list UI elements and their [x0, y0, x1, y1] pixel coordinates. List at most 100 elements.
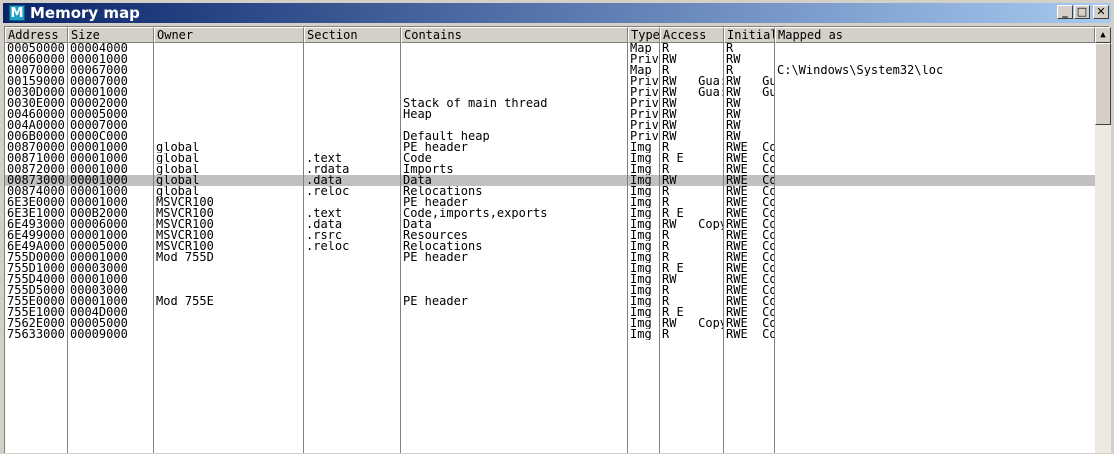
cell-contains	[401, 76, 628, 87]
table-row[interactable]: 755E1000 0004D000 Img R E RWE Copy	[5, 307, 1095, 318]
cell-initial: RWE Copy	[726, 219, 775, 230]
cell-size: 00003000	[70, 263, 128, 274]
maximize-button[interactable]: □	[1074, 5, 1090, 19]
cell-owner	[154, 285, 304, 296]
table-row[interactable]: 0015900000007000PrivRW Gua:RW Gua:	[5, 76, 1095, 87]
cell-mapped	[775, 43, 1095, 54]
cell-address: 00460000	[7, 109, 65, 120]
cell-size: 00001000	[70, 252, 128, 263]
cell-address: 6E49A000	[7, 241, 65, 252]
cell-type: Img	[630, 274, 652, 285]
table-row[interactable]: 7562E000 00005000 Img RW CopyRWE Copy	[5, 318, 1095, 329]
cell-size: 00001000	[70, 230, 128, 241]
cell-access: R	[662, 329, 670, 340]
cell-access: RW Copy	[662, 318, 724, 329]
table-row[interactable]: 0030D00000001000PrivRW Gua:RW Gua:	[5, 87, 1095, 98]
table-row[interactable]: 004A0000 00007000 Priv RW RW	[5, 120, 1095, 131]
cell-access: RW	[662, 54, 677, 65]
cell-owner: MSVCR100	[156, 197, 214, 208]
table-row[interactable]: 00050000 00004000 Map R R	[5, 43, 1095, 54]
table-row[interactable]: 00870000 00001000 global PE header Img R RWE C…	[5, 142, 1095, 153]
table-row[interactable]: 00060000 00001000 Priv RW RW	[5, 54, 1095, 65]
table-row[interactable]: 755E0000 00001000 Mod_755E PE header Img R RWE…	[5, 296, 1095, 307]
cell-type: Img	[630, 208, 652, 219]
cell-address: 6E3E1000	[7, 208, 65, 219]
cell-initial: R	[726, 43, 734, 54]
cell-address: 6E499000	[7, 230, 65, 241]
cell-owner	[154, 318, 304, 329]
cell-contains	[401, 65, 628, 76]
table-row[interactable]: 00872000 00001000 global .rdata Imports Img R R…	[5, 164, 1095, 175]
table-row[interactable]: 755D5000 00003000 Img R RWE Copy	[5, 285, 1095, 296]
table-row[interactable]: 00871000 00001000 global .text Code Img R E RWE…	[5, 153, 1095, 164]
column-divider	[627, 43, 628, 453]
cell-access: R	[662, 197, 670, 208]
cell-address: 7562E000	[7, 318, 65, 329]
cell-initial: RWE Copy	[726, 175, 775, 186]
column-divider	[723, 43, 724, 453]
cell-mapped	[775, 98, 1095, 109]
column-header-size[interactable]: Size	[68, 27, 154, 43]
table-row[interactable]: 00460000 00005000 Heap Priv RW RW	[5, 109, 1095, 120]
column-header-initial[interactable]: Initial	[724, 27, 775, 43]
column-header-section[interactable]: Section	[304, 27, 401, 43]
cell-size: 00001000	[70, 274, 128, 285]
close-button[interactable]: ✕	[1093, 5, 1109, 19]
table-row[interactable]: 0030E000 00002000 Stack of main thread Priv…	[5, 98, 1095, 109]
table-row[interactable]: 6E3E1000 000B2000 MSVCR100 .text Code,import…	[5, 208, 1095, 219]
column-header-access[interactable]: Access	[660, 27, 724, 43]
table-row[interactable]: 755D0000 00001000 Mod_755D PE header Img R RWE…	[5, 252, 1095, 263]
minimize-button[interactable]: _	[1057, 5, 1073, 19]
cell-initial: RWE Copy	[726, 186, 775, 197]
cell-access: RW	[662, 131, 677, 142]
cell-type: Img	[630, 142, 652, 153]
table-row[interactable]: 00874000 00001000 global .reloc Relocations I…	[5, 186, 1095, 197]
table-row[interactable]: 006B0000 0000C000 Default heap Priv RW RW	[5, 131, 1095, 142]
cell-owner	[154, 329, 304, 340]
cell-section: .reloc	[306, 186, 350, 197]
cell-type: Map	[630, 43, 652, 54]
cell-initial: RW	[726, 120, 741, 131]
cell-section: .rsrc	[306, 230, 343, 241]
table-row[interactable]: 6E49A000 00005000 MSVCR100 .reloc Relocation…	[5, 241, 1095, 252]
table-row-selected[interactable]: 00873000 00001000 global .data Data Img RW RWE …	[5, 175, 1095, 186]
table-row[interactable]: 6E499000 00001000 MSVCR100 .rsrc Resources Im…	[5, 230, 1095, 241]
cell-address: 755D0000	[7, 252, 65, 263]
column-header-address[interactable]: Address	[5, 27, 68, 43]
title-bar[interactable]: M Memory map _ □ ✕	[3, 3, 1111, 23]
table-row[interactable]: 755D4000 00001000 Img RW RWE Copy	[5, 274, 1095, 285]
cell-size: 00001000	[70, 197, 128, 208]
cell-initial: RW	[726, 98, 741, 109]
column-header-mapped-as[interactable]: Mapped as	[775, 27, 1095, 43]
cell-access: R E	[662, 307, 684, 318]
column-header-type[interactable]: Type	[628, 27, 660, 43]
cell-owner: global	[156, 186, 200, 197]
cell-mapped	[775, 285, 1095, 296]
column-divider	[400, 43, 401, 453]
cell-contains: Imports	[403, 164, 454, 175]
cell-contains: Code	[403, 153, 432, 164]
scroll-up-arrow-icon[interactable]: ▲	[1095, 27, 1111, 43]
cell-contains	[401, 274, 628, 285]
table-row[interactable]: 6E3E0000 00001000 MSVCR100 PE header Img R RWE…	[5, 197, 1095, 208]
cell-size: 00001000	[70, 296, 128, 307]
cell-address: 00060000	[7, 54, 65, 65]
column-divider	[67, 43, 68, 453]
column-header-owner[interactable]: Owner	[154, 27, 304, 43]
cell-mapped	[775, 219, 1095, 230]
column-header-contains[interactable]: Contains	[401, 27, 628, 43]
cell-owner	[154, 43, 304, 54]
scroll-thumb[interactable]	[1095, 43, 1111, 125]
cell-type: Img	[630, 197, 652, 208]
cell-access: R	[662, 230, 670, 241]
cell-section: .text	[306, 208, 343, 219]
cell-type: Priv	[630, 131, 659, 142]
table-row[interactable]: 75633000 00009000 Img R RWE Copy	[5, 329, 1095, 340]
cell-initial: RW	[726, 131, 741, 142]
table-row[interactable]: 6E493000 00006000 MSVCR100 .data Data Img RW C…	[5, 219, 1095, 230]
table-row[interactable]: 755D1000 00003000 Img R E RWE Copy	[5, 263, 1095, 274]
vertical-scrollbar[interactable]: ▲	[1095, 27, 1111, 453]
cell-access: R	[662, 164, 670, 175]
cell-size: 00001000	[70, 142, 128, 153]
table-row[interactable]: 00070000 00067000 Map R R C:\Windows\System32…	[5, 65, 1095, 76]
